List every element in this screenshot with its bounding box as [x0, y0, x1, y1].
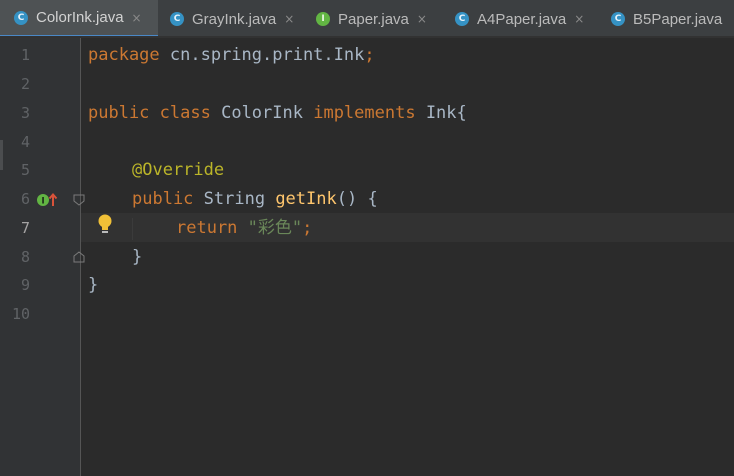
- code-line-3[interactable]: public class ColorInk implements Ink{: [88, 99, 467, 128]
- line-number: 6: [20, 190, 30, 208]
- keyword: public: [132, 189, 194, 209]
- tab-label: A4Paper.java: [477, 10, 567, 28]
- lightbulb-icon[interactable]: [96, 213, 114, 235]
- tab-label: GrayInk.java: [192, 10, 277, 28]
- tab-label: B5Paper.java: [633, 10, 723, 28]
- close-icon[interactable]: ×: [132, 11, 142, 25]
- line-number: 8: [20, 248, 30, 266]
- line-number: 2: [20, 75, 30, 93]
- tab-paper[interactable]: I Paper.java ×: [316, 0, 427, 38]
- keyword: public: [88, 103, 150, 123]
- implements-method-icon[interactable]: I: [36, 191, 58, 209]
- annotation: @Override: [132, 160, 225, 180]
- tab-b5paper[interactable]: C B5Paper.java: [611, 0, 722, 38]
- class-icon: C: [611, 12, 625, 26]
- editor-tab-bar: C ColorInk.java × C GrayInk.java × I Pap…: [0, 0, 734, 38]
- tab-a4paper[interactable]: C A4Paper.java ×: [455, 0, 584, 38]
- close-icon[interactable]: ×: [574, 12, 584, 26]
- code-text: cn.spring.print.Ink: [159, 45, 365, 65]
- close-icon[interactable]: ×: [284, 12, 294, 26]
- svg-text:I: I: [41, 197, 44, 207]
- type-name: String: [193, 189, 276, 209]
- method-name: getInk: [275, 189, 337, 209]
- code-line-6[interactable]: public String getInk() {: [132, 185, 378, 214]
- keyword: return: [176, 218, 238, 238]
- tab-label: Paper.java: [338, 10, 409, 28]
- close-icon[interactable]: ×: [417, 12, 427, 26]
- tab-label: ColorInk.java: [36, 9, 124, 26]
- line-number-current: 7: [20, 219, 30, 237]
- line-number: 5: [20, 161, 30, 179]
- fold-icon[interactable]: [72, 250, 86, 264]
- tab-grayink[interactable]: C GrayInk.java ×: [170, 0, 294, 38]
- semicolon: ;: [364, 45, 375, 65]
- class-icon: C: [14, 10, 28, 25]
- tab-colorink[interactable]: C ColorInk.java ×: [0, 0, 158, 38]
- code-text: }: [132, 247, 143, 267]
- code-text: }: [88, 275, 99, 295]
- code-line-8[interactable]: }: [132, 243, 142, 272]
- code-line-9[interactable]: }: [88, 271, 98, 300]
- code-text: () {: [336, 189, 378, 209]
- code-text: Ink{: [415, 103, 467, 123]
- interface-icon: I: [316, 12, 330, 26]
- line-number: 10: [11, 305, 30, 323]
- line-number: 9: [20, 276, 30, 294]
- class-icon: C: [170, 12, 184, 26]
- line-number: 3: [20, 104, 30, 122]
- code-line-1[interactable]: package cn.spring.print.Ink;: [88, 41, 375, 70]
- class-icon: C: [455, 12, 469, 26]
- fold-icon[interactable]: [72, 193, 86, 207]
- semicolon: ;: [302, 218, 313, 238]
- class-name: ColorInk: [210, 103, 314, 123]
- code-line-7[interactable]: return "彩色";: [176, 214, 312, 243]
- keyword: package: [88, 45, 160, 65]
- keyword: class: [159, 103, 211, 123]
- keyword: implements: [313, 103, 416, 123]
- code-line-5[interactable]: @Override: [132, 156, 224, 185]
- line-number: 4: [20, 133, 30, 151]
- line-number: 1: [20, 46, 30, 64]
- string-literal: "彩色": [247, 218, 303, 238]
- indent-guide: [132, 218, 133, 240]
